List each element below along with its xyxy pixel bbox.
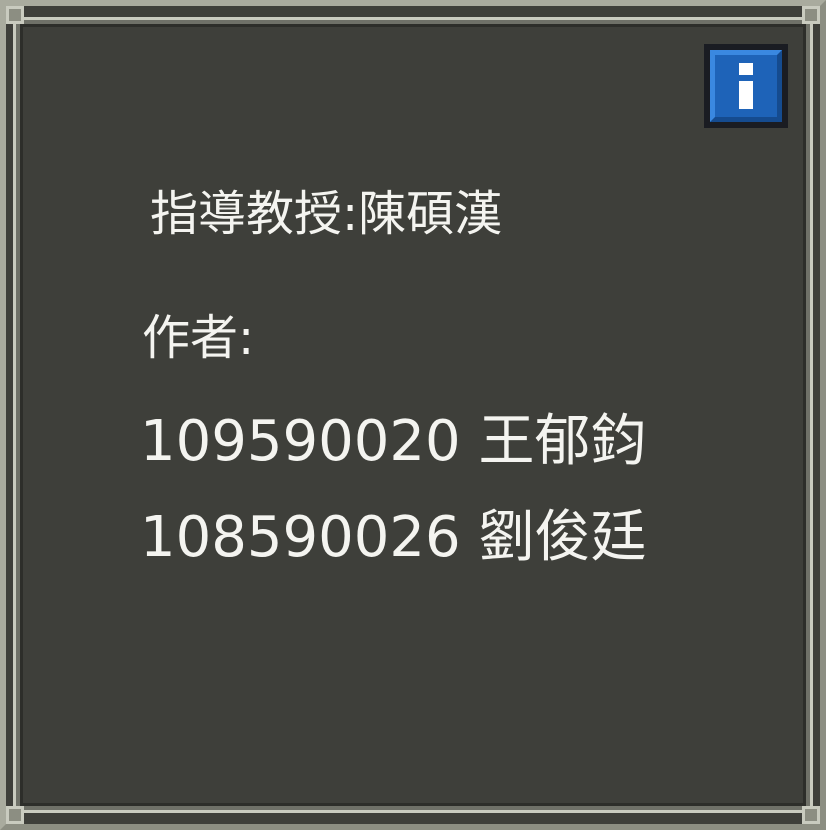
advisor-text: 指導教授:陳碩漢 [150, 186, 503, 242]
authors-label: 作者: [142, 310, 255, 366]
info-glyph-bar [739, 81, 753, 109]
frame-corner-bottom-right [802, 806, 820, 824]
info-glyph [739, 63, 753, 109]
frame-corner-top-left [6, 6, 24, 24]
info-icon [710, 50, 782, 122]
info-button[interactable] [704, 44, 788, 128]
author-entry-2: 108590026 劉俊廷 [140, 505, 647, 570]
frame-corner-bottom-left [6, 806, 24, 824]
author-entry-1: 109590020 王郁鈞 [140, 409, 647, 474]
info-glyph-dot [739, 63, 753, 75]
frame-corner-top-right [802, 6, 820, 24]
